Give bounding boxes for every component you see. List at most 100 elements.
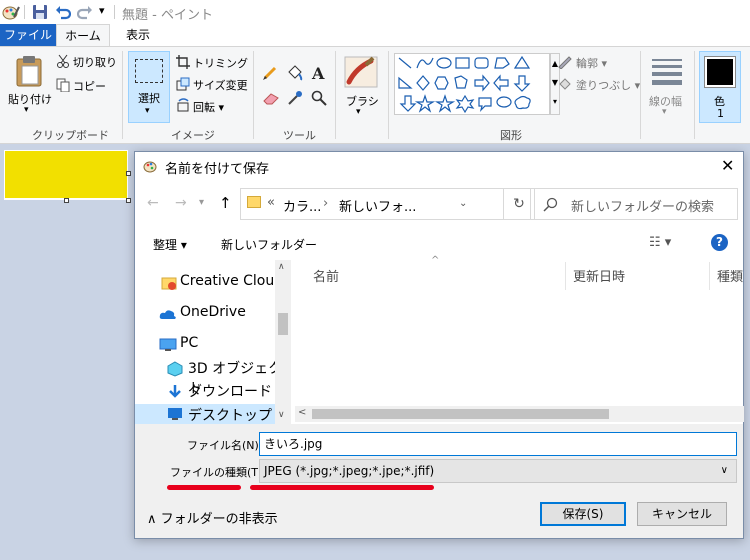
copy-button[interactable]: コピー	[73, 78, 106, 94]
search-placeholder: 新しいフォルダーの検索	[571, 200, 715, 215]
dialog-title: 名前を付けて保存	[165, 162, 270, 177]
crop-button[interactable]: トリミング	[193, 55, 248, 71]
nav-creative-cloud[interactable]: Creative Clouc	[180, 273, 282, 289]
view-options-icon[interactable]: ☷ ▾	[649, 235, 671, 250]
shapes-gallery[interactable]	[394, 53, 550, 115]
nav-scroll-down-icon[interactable]: ∨	[278, 410, 285, 420]
help-icon[interactable]: ?	[711, 234, 728, 251]
hide-folders-toggle[interactable]: ∧ フォルダーの非表示	[147, 508, 278, 527]
close-icon[interactable]: ✕	[721, 156, 734, 175]
list-hscrollbar[interactable]: <	[295, 406, 744, 422]
tab-view[interactable]: 表示	[114, 24, 162, 46]
address-bar[interactable]: « カラ... › 新しいフォ... ⌄	[240, 188, 504, 220]
paint-app-icon[interactable]	[2, 3, 20, 21]
image-group-label: イメージ	[171, 129, 215, 142]
resize-icon	[176, 77, 190, 91]
rotate-button[interactable]: 回転 ▾	[193, 99, 224, 115]
resize-handle-bottom[interactable]	[64, 198, 69, 203]
column-name[interactable]: 名前	[313, 266, 339, 285]
hscroll-thumb[interactable]	[312, 409, 609, 419]
filetype-select[interactable]: JPEG (*.jpg;*.jpeg;*.jpe;*.jfif) ∨	[259, 459, 737, 483]
nav-onedrive[interactable]: OneDrive	[180, 304, 246, 320]
history-dropdown-icon[interactable]: ▾	[199, 197, 204, 208]
rotate-label: 回転	[193, 101, 215, 114]
resize-button[interactable]: サイズ変更	[193, 77, 248, 93]
breadcrumb-sep: ›	[323, 196, 329, 211]
resize-handle-corner[interactable]	[126, 198, 131, 203]
cut-button[interactable]: 切り取り	[73, 54, 117, 70]
select-icon	[135, 59, 163, 83]
breadcrumb-item-1[interactable]: カラ...	[283, 196, 321, 215]
objects-3d-icon	[167, 361, 183, 377]
brushes-dropdown-icon: ▾	[356, 107, 361, 117]
search-icon	[543, 197, 558, 212]
column-divider	[709, 262, 710, 290]
color1-sub: 1	[717, 107, 724, 120]
paste-button[interactable]: 貼り付け ▾	[8, 51, 52, 121]
paste-dropdown-icon: ▾	[24, 105, 29, 115]
navigation-pane: Creative Clouc OneDrive PC 3D オブジェクト ダウン…	[135, 260, 291, 424]
fill-label: 塗りつぶし	[576, 79, 632, 92]
onedrive-icon	[159, 310, 176, 319]
outline-icon	[558, 56, 572, 69]
creative-cloud-icon	[161, 277, 177, 290]
column-divider	[565, 262, 566, 290]
column-type[interactable]: 種類	[717, 266, 743, 285]
sort-indicator-icon: ^	[431, 255, 440, 266]
select-dropdown-icon: ▾	[145, 106, 150, 116]
forward-icon[interactable]: →	[175, 195, 187, 211]
organize-button[interactable]: 整理 ▾	[153, 236, 187, 253]
outline-button[interactable]: 輪郭 ▾	[576, 55, 607, 71]
column-date[interactable]: 更新日時	[573, 266, 625, 285]
nav-pc[interactable]: PC	[180, 335, 198, 351]
color-picker-icon[interactable]	[287, 90, 303, 106]
eraser-icon[interactable]	[262, 90, 280, 106]
nav-desktop[interactable]: デスクトップ	[188, 405, 272, 425]
magnifier-icon[interactable]	[311, 90, 327, 106]
scroll-left-icon[interactable]: <	[298, 407, 306, 418]
nav-scrollbar[interactable]: ∧ ∨	[275, 260, 291, 424]
separator	[122, 51, 123, 139]
size-line-2	[652, 65, 682, 68]
resize-handle-right[interactable]	[126, 171, 131, 176]
save-icon[interactable]	[32, 4, 48, 20]
separator	[694, 51, 695, 139]
tools-group-label: ツール	[283, 129, 316, 142]
back-icon[interactable]: ←	[147, 195, 159, 211]
cancel-button[interactable]: キャンセル	[637, 502, 727, 526]
fill-button[interactable]: 塗りつぶし ▾	[576, 77, 640, 93]
text-icon[interactable]: A	[311, 65, 327, 81]
nav-downloads[interactable]: ダウンロード	[188, 381, 272, 401]
size-button[interactable]: 線の幅 ▾	[646, 53, 688, 123]
new-folder-button[interactable]: 新しいフォルダー	[221, 236, 317, 253]
search-box[interactable]: 新しいフォルダーの検索	[530, 188, 738, 220]
redo-icon[interactable]	[77, 4, 93, 20]
rotate-icon	[177, 98, 189, 112]
address-dropdown-icon[interactable]: ⌄	[459, 198, 467, 209]
save-as-dialog: 名前を付けて保存 ✕ ← → ▾ ↑ « カラ... › 新しいフォ... ⌄ …	[134, 151, 744, 539]
tab-file[interactable]: ファイル	[0, 24, 56, 46]
pencil-icon[interactable]	[262, 65, 278, 81]
save-button[interactable]: 保存(S)	[540, 502, 626, 526]
select-button[interactable]: 選択 ▾	[128, 51, 170, 123]
nav-scroll-thumb[interactable]	[278, 313, 288, 335]
separator	[388, 51, 389, 139]
tab-home[interactable]: ホーム	[56, 24, 110, 46]
ribbon: 貼り付け ▾ 切り取り コピー クリップボード 選択 ▾ トリミング サイズ変更…	[0, 46, 750, 144]
quick-access-dropdown-icon[interactable]: ▾	[99, 4, 105, 17]
color1-button[interactable]: 色 1	[699, 51, 741, 123]
filetype-value: JPEG (*.jpg;*.jpeg;*.jpe;*.jfif)	[264, 464, 435, 478]
fill-bucket-icon[interactable]	[286, 65, 304, 81]
breadcrumb-item-2[interactable]: 新しいフォ...	[339, 196, 416, 215]
crop-icon	[176, 55, 190, 69]
form-area: ファイル名(N): きいろ.jpg ファイルの種類(T): JPEG (*.jp…	[135, 424, 743, 538]
up-icon[interactable]: ↑	[219, 194, 232, 212]
brushes-button[interactable]: ブラシ ▾	[342, 51, 382, 123]
separator	[335, 51, 336, 139]
filename-label: ファイル名(N):	[187, 439, 263, 452]
undo-icon[interactable]	[55, 4, 71, 20]
hide-folders-label: フォルダーの非表示	[160, 512, 278, 527]
filename-input[interactable]: きいろ.jpg	[259, 432, 737, 456]
separator	[253, 51, 254, 139]
nav-scroll-up-icon[interactable]: ∧	[278, 262, 285, 272]
